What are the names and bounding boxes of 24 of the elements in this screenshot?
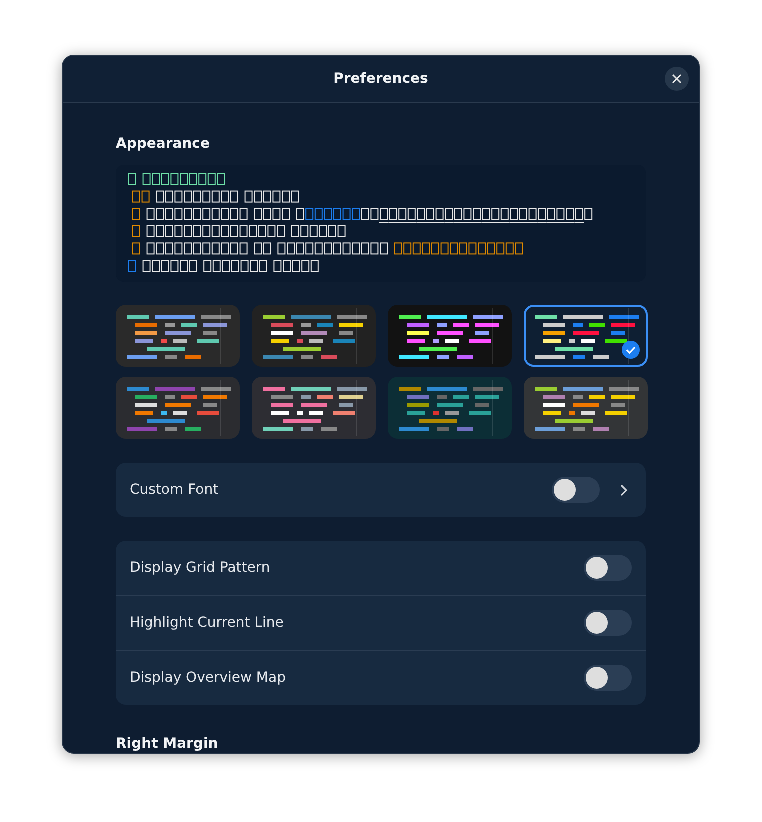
row-label: Custom Font bbox=[130, 482, 220, 498]
close-icon bbox=[672, 74, 682, 84]
color-scheme-thumbnail[interactable] bbox=[252, 305, 376, 367]
close-button[interactable] bbox=[665, 67, 689, 91]
checkmark-icon bbox=[622, 341, 640, 359]
row-label: Highlight Current Line bbox=[130, 615, 284, 631]
color-scheme-thumbnail[interactable] bbox=[116, 305, 240, 367]
color-scheme-thumbnail[interactable] bbox=[388, 305, 512, 367]
row-label: Display Grid Pattern bbox=[130, 560, 270, 576]
custom-font-row[interactable]: Custom Font bbox=[116, 463, 646, 517]
toggle-switch[interactable] bbox=[584, 610, 632, 636]
toggle-switch[interactable] bbox=[584, 555, 632, 581]
row-label: Display Overview Map bbox=[130, 670, 286, 686]
window-title: Preferences bbox=[334, 71, 428, 87]
color-scheme-thumbnail[interactable] bbox=[524, 305, 648, 367]
color-scheme-thumbnail[interactable] bbox=[388, 377, 512, 439]
section-heading: Appearance bbox=[116, 135, 211, 153]
toggle-switch[interactable] bbox=[552, 477, 600, 503]
color-scheme-thumbnail[interactable] bbox=[524, 377, 648, 439]
toggle-switch[interactable] bbox=[584, 665, 632, 691]
color-scheme-thumbnail[interactable] bbox=[116, 377, 240, 439]
chevron-right-icon bbox=[620, 484, 628, 496]
color-scheme-thumbnail[interactable] bbox=[252, 377, 376, 439]
section-heading: Right Margin bbox=[116, 735, 220, 753]
